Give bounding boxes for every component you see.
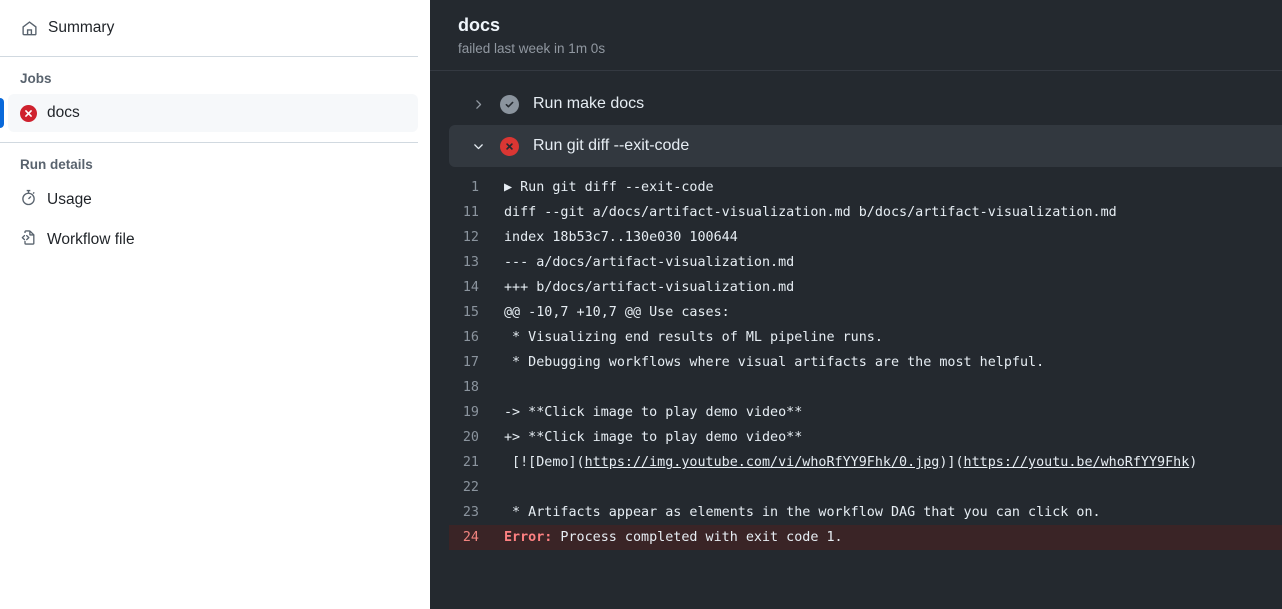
chevron-right-icon[interactable] [471, 98, 485, 111]
log-line-number: 23 [462, 505, 479, 521]
chevron-down-icon[interactable] [471, 140, 485, 153]
error-label: Error: [504, 530, 553, 546]
log-line-number: 24 [462, 530, 479, 546]
log-line: 23 * Artifacts appear as elements in the… [449, 500, 1282, 525]
step-label-run-make-docs: Run make docs [533, 95, 645, 113]
log-line-text: ▶ Run git diff --exit-code [504, 180, 714, 196]
log-line-number: 16 [462, 330, 479, 346]
log-line: 24 Error: Process completed with exit cod… [449, 525, 1282, 551]
sidebar-item-job-docs[interactable]: docs [8, 94, 418, 132]
log-line-text: * Artifacts appear as elements in the wo… [504, 505, 1101, 521]
log-line-number: 13 [462, 255, 479, 271]
log-line-text: --- a/docs/artifact-visualization.md [504, 255, 795, 271]
log-line: 1 ▶ Run git diff --exit-code [449, 175, 1282, 200]
log-line-number: 11 [462, 205, 479, 221]
log-line-text: * Debugging workflows where visual artif… [504, 355, 1045, 371]
log-line-text: -> **Click image to play demo video** [504, 405, 803, 421]
sidebar-item-workflow-file[interactable]: Workflow file [12, 220, 418, 260]
log-line-number: 14 [462, 280, 479, 296]
steps-list: Run make docs Run git diff --exit-code [430, 71, 1282, 168]
job-log-panel: docs failed last week in 1m 0s Run make … [430, 0, 1282, 609]
code-file-icon [20, 229, 37, 251]
success-check-icon [499, 94, 519, 114]
step-label-run-git-diff: Run git diff --exit-code [533, 137, 690, 155]
log-line-number: 1 [470, 180, 479, 196]
jobs-list: docs [0, 94, 430, 132]
workflow-run-page: Summary Jobs docs Run details Usage Work… [0, 0, 1282, 609]
log-line-number: 15 [462, 305, 479, 321]
step-run-git-diff[interactable]: Run git diff --exit-code [449, 125, 1282, 168]
sidebar-item-summary[interactable]: Summary [12, 8, 418, 48]
log-line-number: 22 [462, 480, 479, 496]
job-header: docs failed last week in 1m 0s [430, 0, 1282, 72]
failure-x-icon-step [499, 136, 519, 156]
log-link[interactable]: https://img.youtube.com/vi/whoRfYY9Fhk/0… [585, 455, 940, 470]
log-line-number: 18 [462, 380, 479, 396]
selected-job-accent-bar [0, 98, 4, 128]
job-status-subtitle: failed last week in 1m 0s [458, 41, 606, 57]
sidebar-item-label-usage: Usage [47, 191, 92, 208]
log-line: 21 [![Demo](https://img.youtube.com/vi/w… [449, 450, 1282, 475]
log-line: 20 +> **Click image to play demo video** [449, 425, 1282, 450]
sidebar-item-label-workflow-file: Workflow file [47, 231, 135, 248]
sidebar: Summary Jobs docs Run details Usage Work… [0, 0, 430, 609]
log-line: 22 [449, 475, 1282, 500]
sidebar-item-label-docs: docs [47, 104, 80, 121]
log-link[interactable]: https://youtu.be/whoRfYY9Fhk [964, 455, 1190, 470]
log-line-number: 19 [462, 405, 479, 421]
log-line: 19 -> **Click image to play demo video** [449, 400, 1282, 425]
log-line-text: [![Demo](https://img.youtube.com/vi/whoR… [504, 455, 1198, 471]
log-line-text: Error: Process completed with exit code … [504, 530, 843, 546]
sidebar-item-usage[interactable]: Usage [12, 180, 418, 220]
log-line-text: * Visualizing end results of ML pipeline… [504, 330, 883, 346]
sidebar-heading-jobs: Jobs [20, 71, 52, 86]
stopwatch-icon [20, 189, 37, 211]
home-icon [20, 19, 38, 37]
log-line-number: 17 [462, 355, 479, 371]
log-line-number: 21 [462, 455, 479, 471]
step-run-make-docs[interactable]: Run make docs [449, 83, 1282, 125]
log-line-text: +++ b/docs/artifact-visualization.md [504, 280, 795, 296]
log-line: 11 diff --git a/docs/artifact-visualizati… [449, 200, 1282, 225]
run-details-list: Usage Workflow file [0, 180, 430, 260]
failure-x-icon [20, 104, 37, 122]
log-line: 17 * Debugging workflows where visual ar… [449, 350, 1282, 375]
sidebar-heading-run-details: Run details [20, 157, 93, 172]
log-line-number: 12 [462, 230, 479, 246]
page-title: docs [458, 15, 501, 35]
log-line: 14 +++ b/docs/artifact-visualization.md [449, 275, 1282, 300]
log-line: 18 [449, 375, 1282, 400]
log-line-text: @@ -10,7 +10,7 @@ Use cases: [504, 305, 730, 321]
log-line-text: +> **Click image to play demo video** [504, 430, 803, 446]
log-output[interactable]: 1 ▶ Run git diff --exit-code 11 diff --git … [430, 175, 1282, 551]
log-line: 16 * Visualizing end results of ML pipel… [449, 325, 1282, 350]
log-line: 15 @@ -10,7 +10,7 @@ Use cases: [449, 300, 1282, 325]
sidebar-item-label-summary: Summary [48, 19, 115, 36]
log-line-text: index 18b53c7..130e030 100644 [504, 230, 738, 246]
summary-section: Summary [0, 8, 430, 48]
log-line: 13 --- a/docs/artifact-visualization.md [449, 250, 1282, 275]
log-line: 12 index 18b53c7..130e030 100644 [449, 225, 1282, 250]
log-line-number: 20 [462, 430, 479, 446]
log-line-text: diff --git a/docs/artifact-visualization… [504, 205, 1117, 221]
